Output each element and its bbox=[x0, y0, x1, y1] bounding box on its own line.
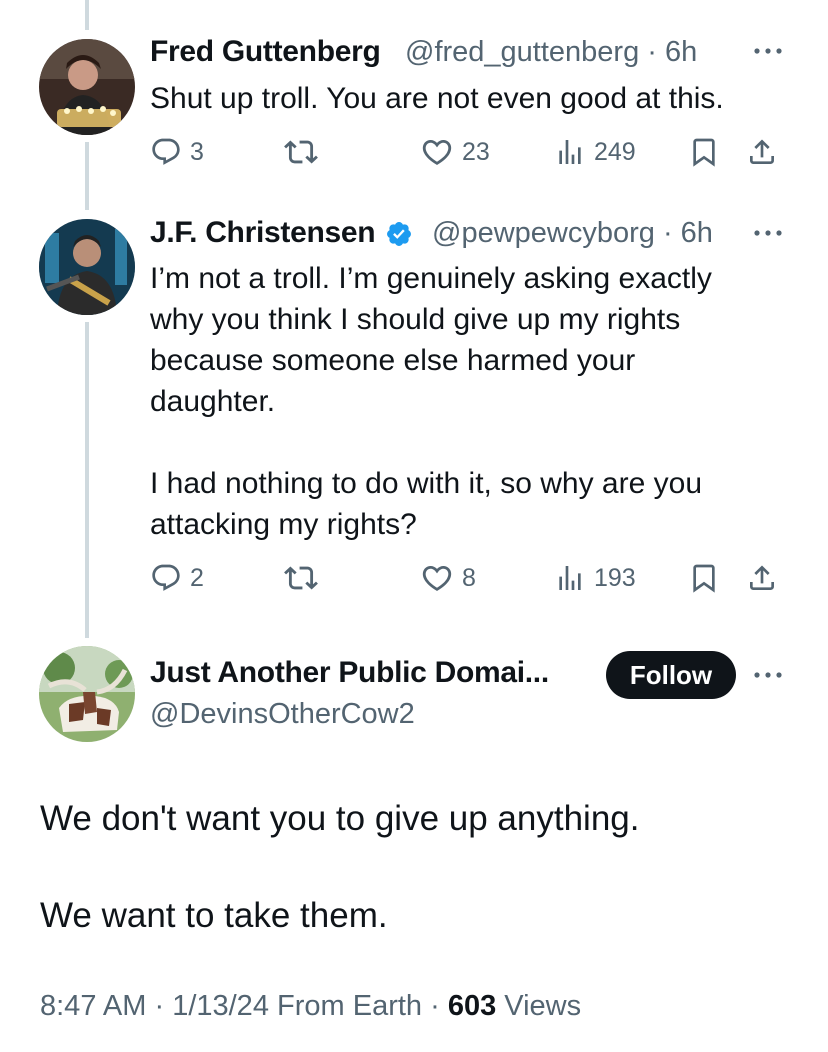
like-button[interactable]: 8 bbox=[420, 558, 476, 598]
post-actions: 2 8 193 bbox=[150, 558, 790, 598]
thread-line-1 bbox=[85, 142, 89, 210]
author-handle-time[interactable]: @pewpewcyborg · 6h bbox=[432, 217, 713, 250]
like-count: 23 bbox=[462, 137, 490, 166]
views-count: 249 bbox=[594, 137, 636, 166]
post-source: From Earth bbox=[277, 990, 423, 1022]
bookmark-button[interactable] bbox=[688, 558, 720, 598]
author-name[interactable]: Fred Guttenberg bbox=[150, 35, 381, 69]
author-handle[interactable]: @pewpewcyborg bbox=[432, 217, 655, 249]
reply-icon bbox=[150, 562, 182, 594]
post-time[interactable]: 6h bbox=[665, 36, 697, 68]
more-icon[interactable] bbox=[752, 228, 784, 238]
more-icon[interactable] bbox=[752, 670, 784, 680]
post-date[interactable]: 1/13/24 bbox=[172, 990, 269, 1022]
like-icon bbox=[420, 561, 454, 595]
verified-badge-icon[interactable] bbox=[385, 220, 413, 248]
bookmark-icon bbox=[688, 562, 720, 594]
post-actions: 3 23 249 bbox=[150, 132, 790, 172]
repost-icon bbox=[284, 561, 318, 595]
author-handle[interactable]: @DevinsOtherCow2 bbox=[150, 698, 415, 731]
repost-button[interactable] bbox=[284, 132, 326, 172]
post-time[interactable]: 6h bbox=[681, 217, 713, 249]
author-name[interactable]: Just Another Public Domai... bbox=[150, 656, 549, 690]
thread-line-top bbox=[85, 0, 89, 30]
share-icon bbox=[746, 562, 778, 594]
bookmark-button[interactable] bbox=[688, 132, 720, 172]
main-post-text-line-2: We want to take them. bbox=[40, 896, 388, 935]
avatar-jf-christensen[interactable] bbox=[39, 219, 135, 315]
reply-count: 3 bbox=[190, 137, 204, 166]
bookmark-icon bbox=[688, 136, 720, 168]
post-metadata: 8:47 AM · 1/13/24 From Earth · 603 Views bbox=[40, 990, 582, 1022]
thread-line-2 bbox=[85, 322, 89, 638]
separator-dot: · bbox=[639, 36, 665, 68]
views-count: 193 bbox=[594, 563, 636, 592]
share-button[interactable] bbox=[746, 558, 778, 598]
reply-button[interactable]: 2 bbox=[150, 558, 204, 598]
author-handle-time[interactable]: @fred_guttenberg · 6h bbox=[405, 36, 697, 69]
repost-button[interactable] bbox=[284, 558, 326, 598]
author-name[interactable]: J.F. Christensen bbox=[150, 216, 413, 250]
reply-count: 2 bbox=[190, 563, 204, 592]
follow-button[interactable]: Follow bbox=[606, 651, 736, 699]
post-text: I’m not a troll. I’m genuinely asking ex… bbox=[150, 262, 712, 541]
author-handle[interactable]: @fred_guttenberg bbox=[405, 36, 639, 68]
post-timestamp[interactable]: 8:47 AM bbox=[40, 990, 146, 1022]
views-label[interactable]: Views bbox=[504, 990, 581, 1022]
more-icon[interactable] bbox=[752, 46, 784, 56]
like-count: 8 bbox=[462, 563, 476, 592]
main-post-text-line-1: We don't want you to give up anything. bbox=[40, 799, 640, 838]
avatar-devins-other-cow[interactable] bbox=[39, 646, 135, 742]
views-button[interactable]: 249 bbox=[554, 132, 636, 172]
avatar-photo-icon bbox=[39, 646, 135, 742]
avatar-photo-icon bbox=[39, 39, 135, 135]
avatar-fred-guttenberg[interactable] bbox=[39, 39, 135, 135]
like-icon bbox=[420, 135, 454, 169]
views-icon bbox=[554, 562, 586, 594]
avatar-photo-icon bbox=[39, 219, 135, 315]
post-text: Shut up troll. You are not even good at … bbox=[150, 82, 724, 115]
author-name-text[interactable]: J.F. Christensen bbox=[150, 216, 376, 249]
separator-dot: · bbox=[654, 217, 681, 249]
reply-button[interactable]: 3 bbox=[150, 132, 204, 172]
share-button[interactable] bbox=[746, 132, 778, 172]
reply-icon bbox=[150, 136, 182, 168]
views-button[interactable]: 193 bbox=[554, 558, 636, 598]
like-button[interactable]: 23 bbox=[420, 132, 490, 172]
share-icon bbox=[746, 136, 778, 168]
views-icon bbox=[554, 136, 586, 168]
repost-icon bbox=[284, 135, 318, 169]
views-count[interactable]: 603 bbox=[448, 990, 496, 1022]
